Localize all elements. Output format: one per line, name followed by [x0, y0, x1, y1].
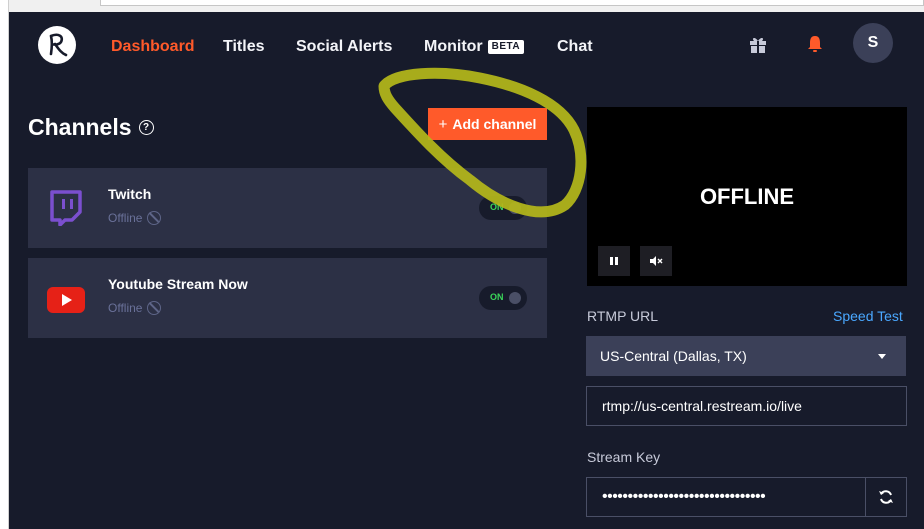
channel-name: Youtube Stream Now [108, 276, 248, 292]
nav-chat[interactable]: Chat [557, 38, 593, 56]
nav-monitor-label: Monitor [424, 38, 483, 55]
avatar[interactable]: S [853, 23, 893, 63]
pause-icon[interactable] [598, 246, 630, 276]
server-select[interactable]: US-Central (Dallas, TX) [586, 336, 906, 376]
channels-heading: Channels ? [28, 114, 154, 141]
mute-icon[interactable] [640, 246, 672, 276]
youtube-icon [47, 287, 85, 318]
status-text: Offline [108, 211, 143, 225]
gift-icon[interactable] [746, 32, 770, 56]
video-preview[interactable]: OFFLINE [587, 107, 907, 286]
page-title: Channels [28, 114, 132, 140]
address-bar[interactable] [100, 0, 924, 6]
nav-titles[interactable]: Titles [223, 38, 265, 56]
toggle-knob [509, 202, 521, 214]
add-channel-label: Add channel [452, 116, 537, 132]
ban-icon [147, 211, 162, 225]
speed-test-link[interactable]: Speed Test [833, 308, 903, 324]
nav-monitor[interactable]: Monitor BETA [424, 38, 525, 56]
stream-key-value: •••••••••••••••••••••••••••••••• [602, 488, 766, 505]
offline-label: OFFLINE [699, 184, 795, 209]
rtmp-url-value: rtmp://us-central.restream.io/live [602, 398, 802, 414]
server-select-value: US-Central (Dallas, TX) [600, 348, 747, 364]
channel-card-youtube[interactable]: Youtube Stream Now Offline ON [28, 258, 547, 338]
plus-icon: + [438, 115, 448, 133]
refresh-key-button[interactable] [866, 477, 907, 517]
channel-toggle[interactable]: ON [479, 286, 527, 310]
app-root: Dashboard Titles Social Alerts Monitor BE… [9, 12, 924, 529]
browser-toolbar [0, 0, 924, 12]
toggle-label: ON [490, 202, 504, 212]
restream-logo[interactable] [38, 26, 76, 64]
caret-down-icon [878, 354, 886, 359]
rtmp-url-field[interactable]: rtmp://us-central.restream.io/live [586, 386, 907, 426]
bell-icon[interactable] [803, 32, 827, 56]
rtmp-url-label: RTMP URL [587, 308, 659, 324]
help-icon[interactable]: ? [138, 120, 154, 135]
refresh-icon [879, 490, 893, 504]
channel-card-twitch[interactable]: Twitch Offline ON [28, 168, 547, 248]
channel-status: Offline [108, 301, 162, 315]
stream-key-field[interactable]: •••••••••••••••••••••••••••••••• [586, 477, 866, 517]
channel-toggle[interactable]: ON [479, 196, 527, 220]
toggle-label: ON [490, 292, 504, 302]
logo-r-icon [49, 33, 68, 57]
status-text: Offline [108, 301, 143, 315]
window-edge [0, 0, 9, 529]
toggle-knob [509, 292, 521, 304]
stream-key-label: Stream Key [587, 449, 661, 465]
nav-social-alerts[interactable]: Social Alerts [296, 38, 392, 56]
channel-status: Offline [108, 211, 162, 225]
twitch-icon [48, 190, 82, 231]
ban-icon [147, 301, 162, 315]
nav-dashboard[interactable]: Dashboard [111, 38, 195, 56]
add-channel-button[interactable]: + Add channel [428, 108, 547, 140]
beta-badge: BETA [487, 40, 525, 54]
channel-name: Twitch [108, 186, 152, 202]
